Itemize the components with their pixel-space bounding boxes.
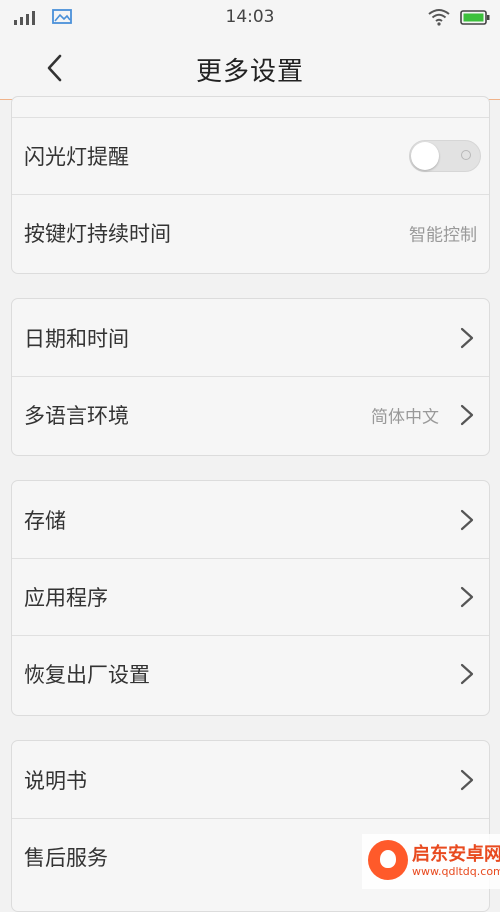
setting-row-manual[interactable]: 说明书 bbox=[12, 741, 489, 818]
toggle-knob bbox=[411, 142, 439, 170]
chevron-right-icon bbox=[460, 586, 474, 608]
watermark-url: www.qdltdq.com bbox=[412, 865, 500, 878]
chevron-right-icon bbox=[460, 663, 474, 685]
setting-label: 日期和时间 bbox=[24, 326, 129, 351]
setting-label: 说明书 bbox=[24, 768, 87, 793]
setting-label: 闪光灯提醒 bbox=[24, 145, 129, 169]
flash-notify-toggle[interactable] bbox=[409, 140, 481, 172]
setting-label: 售后服务 bbox=[24, 846, 108, 870]
setting-row-factory-reset[interactable]: 恢复出厂设置 bbox=[12, 635, 489, 712]
chevron-right-icon bbox=[460, 404, 474, 426]
chevron-right-icon bbox=[460, 327, 474, 348]
setting-value: 智能控制 bbox=[409, 225, 477, 246]
watermark-logo-icon bbox=[368, 840, 408, 880]
setting-row-key-light-duration[interactable]: 按键灯持续时间 智能控制 bbox=[12, 194, 489, 271]
setting-label: 存储 bbox=[24, 508, 66, 533]
chevron-right-icon bbox=[460, 509, 474, 530]
settings-group-display: 闪光灯提醒 按键灯持续时间 智能控制 bbox=[11, 96, 490, 274]
setting-row-language[interactable]: 多语言环境 简体中文 bbox=[12, 376, 489, 453]
page-title: 更多设置 bbox=[195, 57, 304, 87]
setting-label: 按键灯持续时间 bbox=[24, 222, 171, 246]
setting-row-date-time[interactable]: 日期和时间 bbox=[12, 299, 489, 376]
toggle-off-indicator bbox=[461, 150, 471, 160]
battery-icon bbox=[460, 10, 490, 25]
setting-label: 应用程序 bbox=[24, 586, 108, 610]
watermark-title: 启东安卓网 bbox=[412, 844, 500, 865]
chevron-right-icon bbox=[460, 769, 474, 790]
title-bar: 更多设置 bbox=[0, 36, 500, 100]
setting-row-applications[interactable]: 应用程序 bbox=[12, 558, 489, 635]
watermark: 启东安卓网 www.qdltdq.com bbox=[362, 834, 500, 889]
settings-group-storage: 存储 应用程序 恢复出厂设置 bbox=[11, 480, 490, 716]
setting-row-storage[interactable]: 存储 bbox=[12, 481, 489, 558]
status-bar: 14:03 bbox=[0, 0, 500, 36]
wifi-icon bbox=[428, 9, 450, 26]
settings-group-system: 日期和时间 多语言环境 简体中文 bbox=[11, 298, 490, 456]
setting-label: 恢复出厂设置 bbox=[24, 663, 150, 687]
setting-label: 多语言环境 bbox=[24, 404, 129, 428]
scrolled-row-remnant bbox=[12, 97, 489, 117]
status-time: 14:03 bbox=[225, 7, 275, 27]
setting-value: 简体中文 bbox=[371, 407, 439, 428]
setting-row-flash-notify[interactable]: 闪光灯提醒 bbox=[12, 117, 489, 194]
